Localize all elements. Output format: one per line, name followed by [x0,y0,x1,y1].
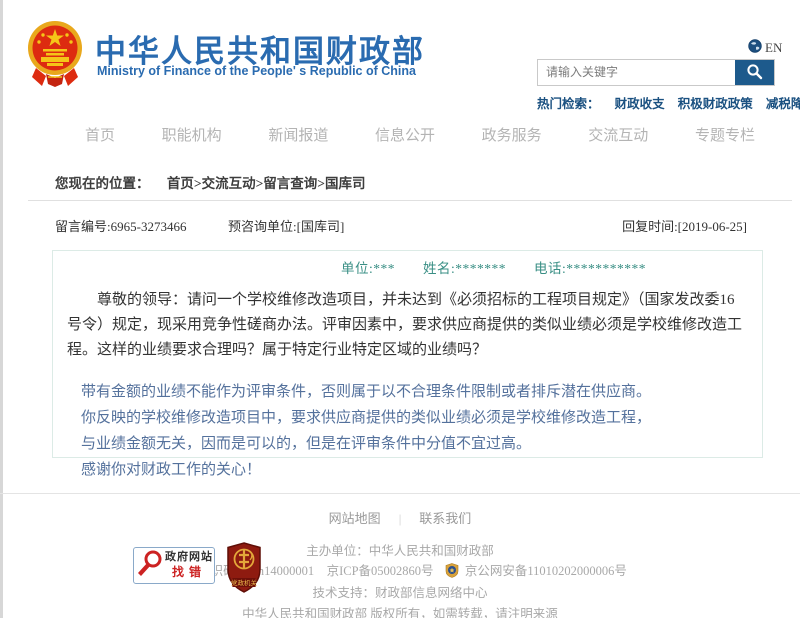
message-box: 单位:*** 姓名:******* 电话:*********** 尊敬的领导：请… [52,250,763,478]
message-meta: 留言编号:6965-3273466 预咨询单位:[国库司] 回复时间:[2019… [0,216,800,234]
sitemap-link[interactable]: 网站地图 [329,511,381,526]
nav-item-organs[interactable]: 职能机构 [162,124,222,145]
footer-registration: 网站标识码：bm14000001 京ICP备05002860号 京公网安备110… [0,560,800,582]
message-unit: 预咨询单位:[国库司] [228,219,345,234]
shield-badge-label: 党政机关 [231,578,258,587]
hot-keyword-taxcut[interactable]: 减税降费 [766,97,800,111]
search-input[interactable] [538,60,735,85]
question-text: 尊敬的领导：请问一个学校维修改造项目，并未达到《必须招标的工程项目规定》（国家发… [67,292,743,358]
nav-item-home[interactable]: 首页 [85,124,115,145]
masked-contact-info: 单位:*** 姓名:******* 电话:*********** [341,261,647,276]
party-gov-shield-badge[interactable]: 党政机关 [226,542,262,593]
breadcrumb-divider [28,200,792,201]
message-reply-time: 回复时间:[2019-06-25] [622,219,747,234]
reply-line: 与业绩金额无关，因而是可以的，但是在评审条件中分值不宜过高。 [81,436,532,452]
find-error-magnifier-icon [137,549,163,582]
reply-text: 带有金额的业绩不能作为评审条件，否则属于以不合理条件限制或者排斥潜在供应商。 你… [81,379,746,483]
breadcrumb-path[interactable]: 首页>交流互动>留言查询>国库司 [167,176,366,191]
search-button[interactable] [735,60,774,85]
breadcrumb: 您现在的位置： 首页>交流互动>留言查询>国库司 [55,172,365,192]
footer-copyright: 中华人民共和国财政部 版权所有，如需转载，请注明来源 [242,607,558,618]
search-bar [537,59,775,86]
nav-item-news[interactable]: 新闻报道 [268,124,328,145]
find-error-line1: 政府网站 [165,551,213,564]
hot-keyword-policy[interactable]: 积极财政政策 [678,97,753,111]
globe-icon [748,39,762,57]
reply-line: 带有金额的业绩不能作为评审条件，否则属于以不合理条件限制或者排斥潜在供应商。 [81,384,652,400]
national-emblem-icon [26,20,84,90]
hot-search-label: 热门检索： [537,97,600,111]
find-error-badge-text: 政府网站 找错 [165,551,213,580]
language-switch[interactable]: EN [748,39,782,57]
breadcrumb-label: 您现在的位置： [55,176,150,191]
police-badge-icon [445,563,459,582]
main-nav: 首页 职能机构 新闻报道 信息公开 政务服务 交流互动 专题专栏 [85,124,755,145]
reply-line: 感谢你对财政工作的关心！ [81,462,262,478]
find-error-line2: 找错 [171,564,206,579]
footer-tech-support: 技术支持：财政部信息网络中心 [312,586,488,600]
footer-host-unit: 主办单位：中华人民共和国财政部 [306,544,494,558]
message-id: 留言编号:6965-3273466 [55,219,187,234]
language-label[interactable]: EN [765,40,782,56]
gov-site-error-report-badge[interactable]: 政府网站 找错 [133,547,215,584]
nav-item-interaction[interactable]: 交流互动 [588,124,648,145]
security-record-link[interactable]: 京公网安备11010202000006号 [465,564,627,578]
reply-line: 你反映的学校维修改造项目中，要求供应商提供的类似业绩必须是学校维修改造工程， [81,410,652,426]
footer-links: 网站地图 | 联系我们 [0,508,800,527]
nav-item-info[interactable]: 信息公开 [375,124,435,145]
hot-search-row: 热门检索： 财政收支 积极财政政策 减税降费 [537,93,800,112]
footer-link-separator: | [398,511,402,526]
nav-item-topics[interactable]: 专题专栏 [695,124,755,145]
contact-link[interactable]: 联系我们 [419,511,471,526]
hot-keyword-fiscal[interactable]: 财政收支 [615,97,665,111]
site-subtitle: Ministry of Finance of the People' s Rep… [97,64,416,78]
page: 中华人民共和国财政部 Ministry of Finance of the Pe… [0,0,800,618]
search-icon [746,63,763,83]
nav-item-services[interactable]: 政务服务 [482,124,542,145]
footer-divider [0,493,800,494]
